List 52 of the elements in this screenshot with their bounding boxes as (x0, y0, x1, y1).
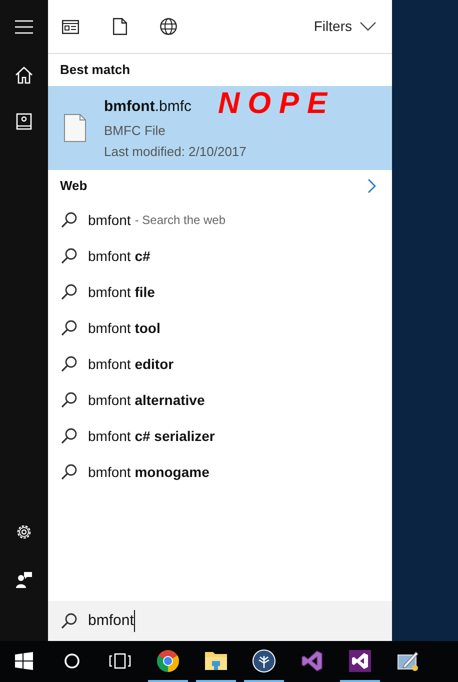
home-icon[interactable] (15, 66, 33, 84)
section-heading: Best match (60, 61, 130, 80)
menu-icon[interactable] (15, 20, 33, 34)
search-field[interactable]: bmfont (48, 601, 392, 641)
result-type: BMFC File (104, 122, 166, 140)
suggestion-text: bmfont alternative (88, 390, 205, 410)
suggestion-text: bmfont tool (88, 318, 160, 338)
result-date: Last modified: 2/10/2017 (104, 143, 246, 161)
section-heading: Web (60, 177, 88, 196)
search-icon (60, 283, 78, 301)
feedback-icon[interactable] (15, 571, 33, 589)
suggestion-item[interactable]: bmfont alternative (48, 382, 392, 418)
search-icon (60, 463, 78, 481)
suggestion-item[interactable]: bmfont - Search the web (48, 202, 392, 238)
notebook-icon[interactable] (16, 113, 32, 131)
settings-icon[interactable] (15, 523, 33, 541)
suggestion-text: bmfont file (88, 282, 155, 302)
search-icon (60, 247, 78, 265)
app-window-icon[interactable] (62, 20, 79, 34)
suggestion-item[interactable]: bmfont tool (48, 310, 392, 346)
result-name: bmfont.bmfc (104, 98, 192, 114)
result-item[interactable]: bmfont.bmfc NOPE BMFC File Last modified: 2/10/2017 (48, 86, 392, 170)
suggestion-item[interactable]: bmfont c# (48, 238, 392, 274)
suggestion-item[interactable]: bmfont file (48, 274, 392, 310)
windows-logo-icon[interactable] (15, 652, 33, 670)
browser-icon[interactable] (156, 648, 180, 672)
search-icon (60, 355, 78, 373)
folder-icon[interactable] (204, 650, 228, 672)
suggestion-text: bmfont monogame (88, 462, 210, 482)
circle-icon[interactable] (64, 652, 80, 668)
globe-icon[interactable] (160, 18, 177, 35)
filters-button[interactable]: Filters (314, 16, 376, 37)
tree-icon[interactable] (252, 648, 276, 672)
search-icon (60, 427, 78, 445)
chevron-right-icon[interactable] (368, 179, 376, 193)
task-view-icon[interactable] (109, 652, 131, 668)
handwritten-annotation: NOPE (218, 86, 336, 122)
chevron-down-icon (360, 22, 376, 31)
suggestion-text: bmfont c# serializer (88, 426, 215, 446)
document-icon[interactable] (113, 18, 127, 35)
suggestion-text: bmfont c# (88, 246, 150, 266)
suggestion-item[interactable]: bmfont c# serializer (48, 418, 392, 454)
file-icon (64, 114, 86, 142)
suggestion-item[interactable]: bmfont editor (48, 346, 392, 382)
suggestion-text: bmfont (88, 210, 131, 230)
suggestion-hint: - Search the web (134, 212, 226, 229)
search-icon (60, 391, 78, 409)
search-icon (60, 612, 78, 630)
suggestion-item[interactable]: bmfont monogame (48, 454, 392, 490)
suggestion-text: bmfont editor (88, 354, 174, 374)
search-icon (60, 211, 78, 229)
search-icon (60, 319, 78, 337)
